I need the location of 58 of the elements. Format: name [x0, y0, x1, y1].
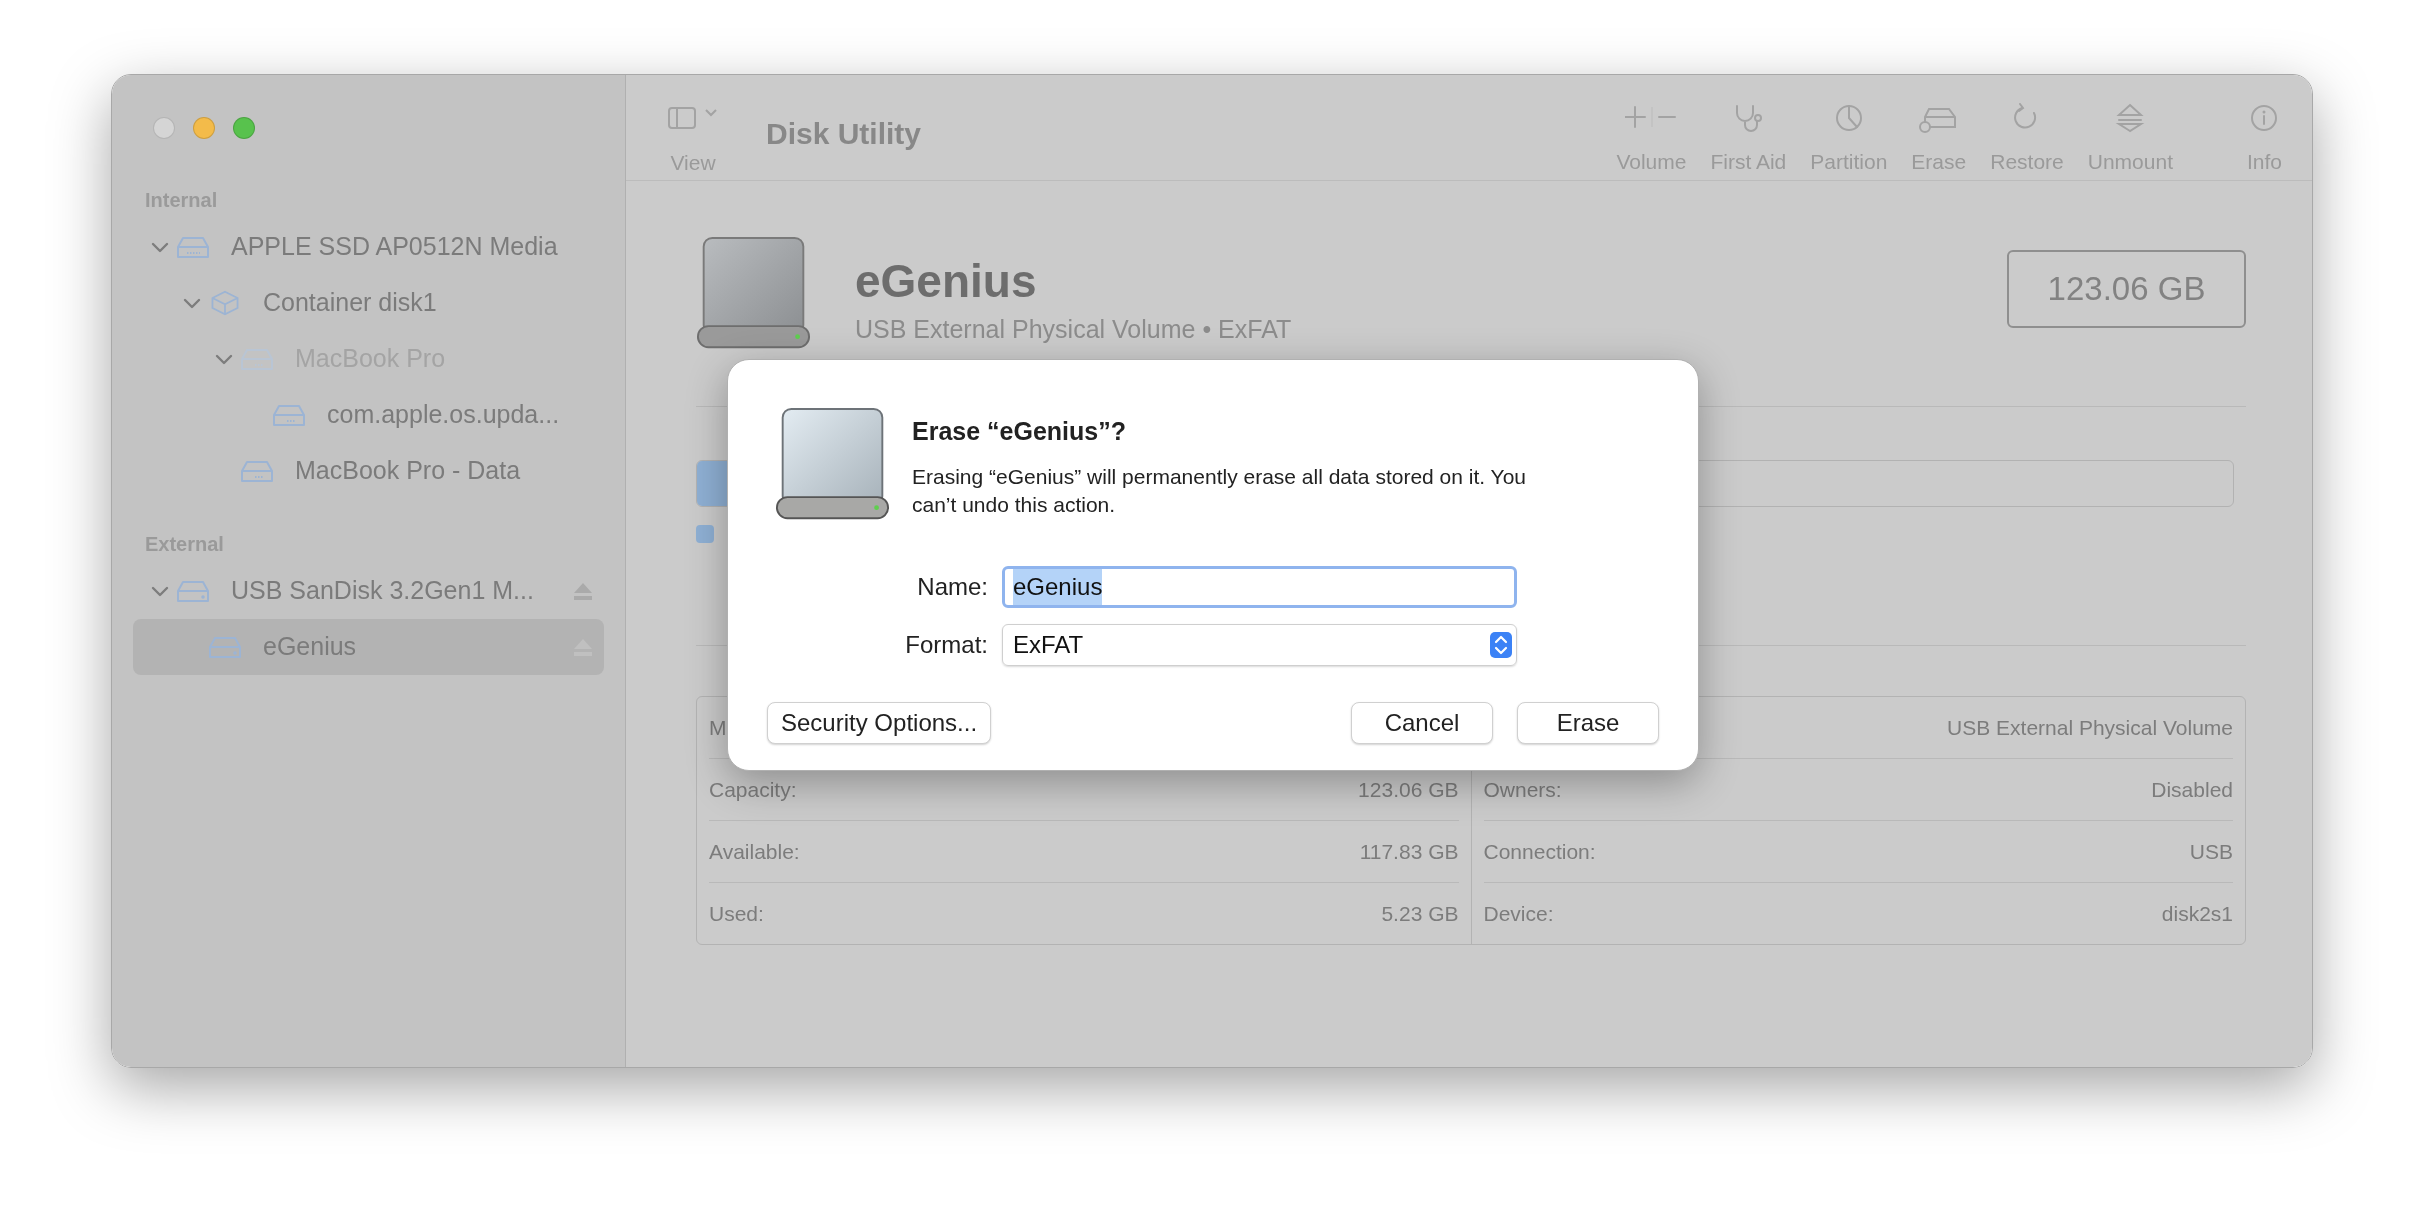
info-label: Used:	[709, 901, 764, 928]
dialog-message: Erasing “eGenius” will permanently erase all data stored on it. You can’t undo this action.	[912, 463, 1527, 518]
info-value: Disabled	[2151, 776, 2233, 803]
sidebar-item[interactable]: eGenius	[133, 619, 604, 675]
drive-icon	[696, 236, 811, 351]
item-label: APPLE SSD AP0512N Media	[231, 231, 558, 263]
item-label: Container disk1	[263, 287, 437, 319]
item-label: MacBook Pro - Data	[295, 455, 521, 487]
window-title: Disk Utility	[766, 116, 922, 152]
info-label: M	[709, 714, 727, 741]
info-value: USB External Physical Volume	[1947, 714, 2233, 741]
sidebar-item[interactable]: Container disk1	[133, 275, 604, 331]
minimize-button[interactable]	[193, 117, 215, 139]
sidebar-icon	[668, 107, 696, 129]
info-icon	[2249, 103, 2280, 133]
item-label: com.apple.os.upda...	[327, 399, 560, 431]
stethoscope-icon	[1733, 103, 1764, 133]
drive-icon	[272, 402, 306, 428]
info-label: Owners:	[1483, 776, 1562, 803]
zoom-button[interactable]	[233, 117, 255, 139]
drive-icon	[176, 234, 210, 260]
sidebar-item[interactable]: APPLE SSD AP0512N Media	[133, 219, 604, 275]
info-value: 117.83 GB	[1359, 838, 1459, 865]
info-label: Connection:	[1483, 838, 1596, 865]
volume-name: eGenius	[855, 256, 1038, 307]
info-label: Capacity:	[709, 776, 797, 803]
security-options-button[interactable]: Security Options...	[767, 702, 992, 744]
sidebar-item[interactable]: com.apple.os.upda...	[133, 387, 604, 443]
info-value: USB	[2189, 838, 2233, 865]
erase-button[interactable]: Erase	[1517, 702, 1659, 744]
dialog-title: Erase “eGenius”?	[912, 416, 1127, 447]
pie-chart-icon	[1833, 103, 1864, 133]
name-field[interactable]: eGenius	[1002, 566, 1517, 608]
format-select[interactable]: ExFAT	[1002, 624, 1517, 666]
close-button[interactable]	[153, 117, 175, 139]
info-value: disk2s1	[2161, 901, 2233, 928]
drive-icon	[775, 407, 890, 522]
info-value: 5.23 GB	[1381, 901, 1459, 928]
item-label: eGenius	[263, 631, 357, 663]
sidebar-item[interactable]: USB SanDisk 3.2Gen1 M...	[133, 563, 604, 619]
info-value: 123.06 GB	[1358, 776, 1459, 803]
caret-icon	[704, 107, 718, 117]
info-label: Device:	[1483, 901, 1554, 928]
drive-icon	[208, 634, 242, 660]
eject-icon	[2115, 103, 2146, 133]
legend-swatch	[696, 525, 714, 543]
drive-icon	[240, 458, 274, 484]
sidebar-item[interactable]: MacBook Pro - Data	[133, 443, 604, 499]
eject-icon[interactable]	[572, 581, 594, 601]
cancel-button[interactable]: Cancel	[1351, 702, 1493, 744]
volume-description: USB External Physical Volume • ExFAT	[855, 313, 1292, 345]
stepper-icon	[1490, 632, 1512, 658]
field-label: Name:	[916, 572, 989, 602]
item-label: USB SanDisk 3.2Gen1 M...	[231, 575, 534, 607]
capacity-label: 123.06 GB	[2007, 250, 2246, 328]
info-label: Available:	[709, 838, 800, 865]
drive-icon	[176, 578, 210, 604]
field-label: Format:	[904, 630, 989, 660]
